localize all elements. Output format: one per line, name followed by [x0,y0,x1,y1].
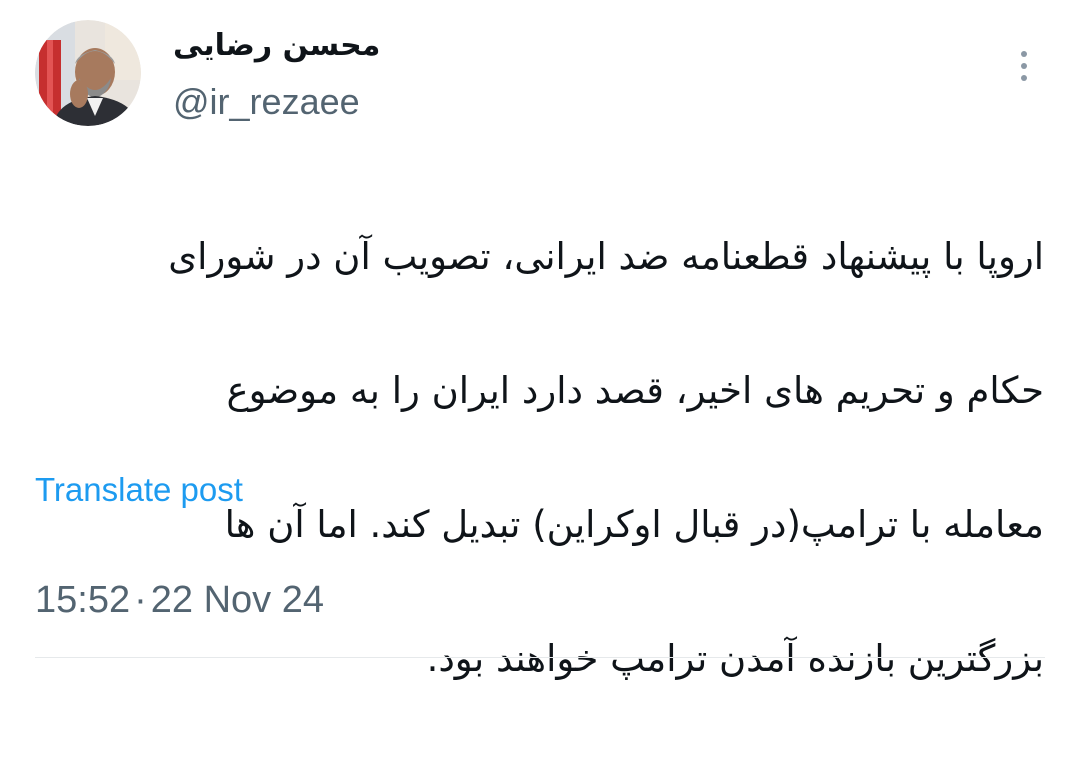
more-options-button[interactable] [1004,44,1044,88]
profile-photo-icon [35,20,141,126]
translate-post-link[interactable]: Translate post [35,470,243,510]
tweet-time: 15:52 [35,579,131,621]
author-display-name[interactable]: محسن رضایی [173,26,380,66]
more-vertical-icon [1021,51,1027,57]
tweet-text: اروپا با پیشنهاد قطعنامه ضد ایرانی، تصوی… [24,156,1044,759]
tweet-text-line: بزرگترین بازنده آمدن ترامپ خواهند بود. [426,637,1044,680]
avatar[interactable] [35,20,141,126]
tweet-text-line: اروپا با پیشنهاد قطعنامه ضد ایرانی، تصوی… [168,235,1044,278]
author-names: محسن رضایی @ir_rezaee [173,22,380,124]
tweet-text-line: حکام و تحریم های اخیر، قصد دارد ایران را… [226,369,1044,412]
tweet-date: 22 Nov 24 [150,579,324,621]
divider [35,657,1045,658]
more-vertical-icon-dot [1021,75,1027,81]
author-handle[interactable]: @ir_rezaee [173,80,380,124]
tweet-timestamp[interactable]: 15:52 · 22 Nov 24 [35,576,324,624]
author-block: محسن رضایی @ir_rezaee [35,20,380,126]
more-vertical-icon-dot [1021,63,1027,69]
timestamp-separator: · [134,579,147,621]
tweet-header: محسن رضایی @ir_rezaee [0,0,1080,150]
